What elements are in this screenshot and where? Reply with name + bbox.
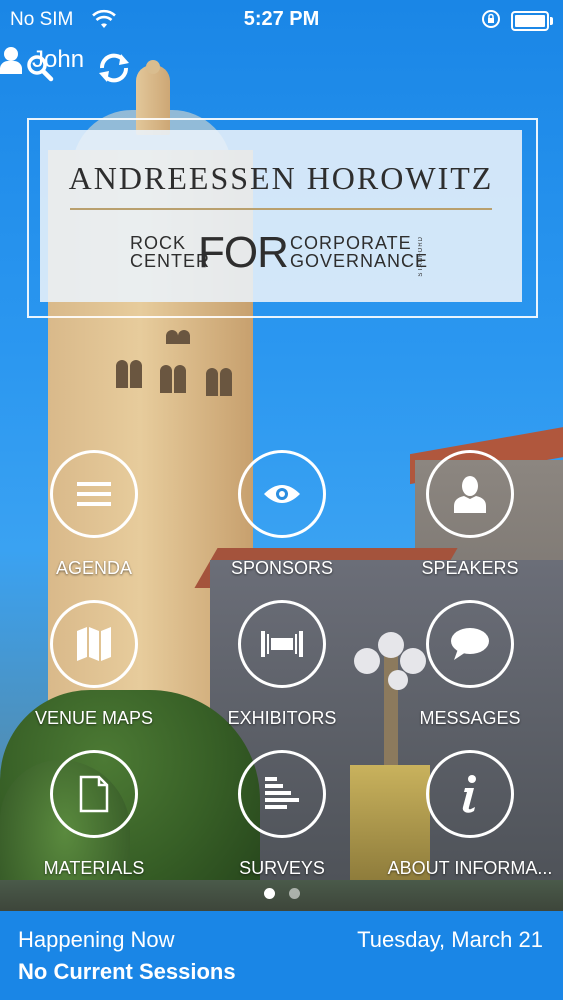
menu-label: MATERIALS bbox=[43, 858, 145, 878]
corporate-governance-text: CORPORATE GOVERNANCE bbox=[290, 233, 429, 271]
about-circle[interactable] bbox=[426, 750, 514, 838]
menu-messages[interactable]: MESSAGES bbox=[376, 600, 563, 729]
chat-bubble-icon bbox=[451, 628, 489, 660]
menu-about-information[interactable]: ABOUT INFORMA... bbox=[376, 750, 563, 879]
surveys-circle[interactable] bbox=[238, 750, 326, 838]
banner-divider bbox=[70, 208, 492, 210]
current-date: Tuesday, March 21 bbox=[357, 927, 543, 952]
bars-icon bbox=[265, 777, 299, 809]
app-screen: No SIM 5:27 PM John ANDREESSEN HOROWITZ … bbox=[0, 0, 563, 1000]
firm-name: ANDREESSEN HOROWITZ bbox=[68, 160, 494, 196]
document-icon bbox=[79, 775, 109, 813]
page-dot-2[interactable] bbox=[288, 888, 300, 899]
speakers-circle[interactable] bbox=[426, 450, 514, 538]
rotation-lock-icon bbox=[482, 10, 500, 28]
messages-circle[interactable] bbox=[426, 600, 514, 688]
menu-sponsors[interactable]: SPONSORS bbox=[188, 450, 376, 579]
info-icon bbox=[462, 775, 476, 813]
status-bar: No SIM 5:27 PM bbox=[0, 0, 563, 38]
menu-exhibitors[interactable]: EXHIBITORS bbox=[188, 600, 376, 729]
list-icon bbox=[77, 482, 111, 506]
menu-label: SURVEYS bbox=[239, 858, 325, 878]
sponsor-logo-banner: ANDREESSEN HOROWITZ ROCK CENTER FOR CORP… bbox=[40, 130, 522, 302]
sessions-status: No Current Sessions bbox=[18, 959, 236, 984]
exhibitors-circle[interactable] bbox=[238, 600, 326, 688]
menu-agenda[interactable]: AGENDA bbox=[0, 450, 188, 579]
happening-now-label: Happening Now bbox=[18, 927, 175, 952]
menu-venue-maps[interactable]: VENUE MAPS bbox=[0, 600, 188, 729]
user-icon bbox=[0, 47, 22, 74]
menu-label: SPEAKERS bbox=[421, 558, 519, 578]
menu-label: SPONSORS bbox=[230, 558, 334, 578]
clock: 5:27 PM bbox=[243, 8, 320, 30]
page-dot-1[interactable] bbox=[263, 888, 275, 899]
eye-icon bbox=[264, 485, 300, 503]
happening-now-bar[interactable]: Happening Now Tuesday, March 21 No Curre… bbox=[0, 911, 563, 1000]
refresh-icon[interactable] bbox=[94, 48, 134, 88]
menu-label: VENUE MAPS bbox=[34, 708, 154, 728]
page-indicator[interactable] bbox=[0, 888, 563, 899]
menu-label: EXHIBITORS bbox=[227, 708, 337, 728]
map-icon bbox=[77, 627, 111, 661]
person-icon bbox=[454, 476, 486, 513]
menu-label: AGENDA bbox=[55, 558, 133, 578]
sponsors-circle[interactable] bbox=[238, 450, 326, 538]
exhibit-icon bbox=[261, 631, 303, 657]
user-profile-button[interactable]: John bbox=[0, 42, 563, 78]
agenda-circle[interactable] bbox=[50, 450, 138, 538]
for-text: FOR bbox=[198, 228, 289, 277]
menu-materials[interactable]: MATERIALS bbox=[0, 750, 188, 879]
menu-surveys[interactable]: SURVEYS bbox=[188, 750, 376, 879]
menu-label: ABOUT INFORMA... bbox=[387, 858, 553, 878]
venue-maps-circle[interactable] bbox=[50, 600, 138, 688]
menu-label: MESSAGES bbox=[419, 708, 521, 728]
search-icon[interactable] bbox=[24, 52, 56, 84]
stanford-text: STANFORD bbox=[418, 236, 424, 277]
top-bar: John bbox=[0, 42, 563, 94]
menu-speakers[interactable]: SPEAKERS bbox=[376, 450, 563, 579]
battery-icon bbox=[511, 11, 553, 31]
materials-circle[interactable] bbox=[50, 750, 138, 838]
